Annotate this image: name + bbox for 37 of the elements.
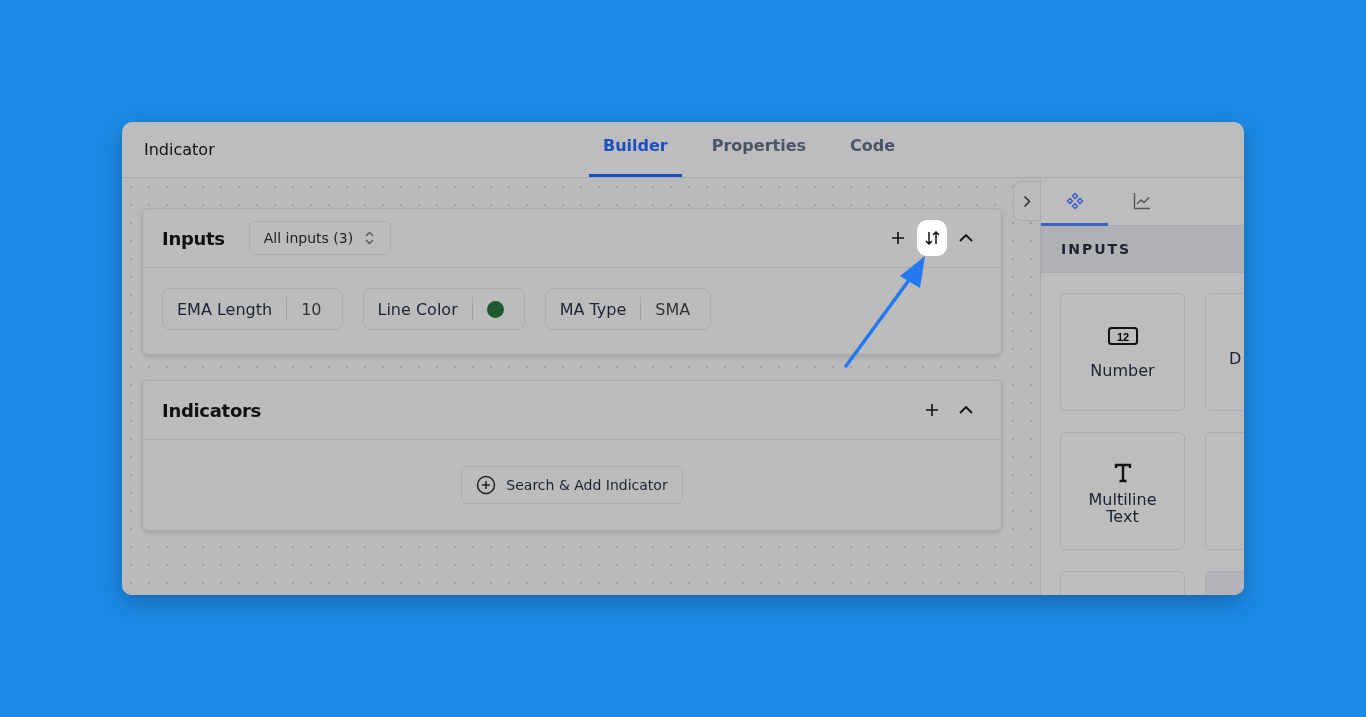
sort-button[interactable] <box>917 220 947 256</box>
card-label: D <box>1229 350 1242 367</box>
input-value: SMA <box>655 299 691 319</box>
component-card[interactable]: Multiline Text <box>1060 432 1185 550</box>
text-type-icon <box>1113 463 1132 483</box>
input-label: MA Type <box>559 299 627 319</box>
sort-icon <box>924 231 940 245</box>
section-title: Inputs <box>162 227 225 249</box>
color-swatch[interactable] <box>486 300 504 318</box>
tab[interactable]: Code <box>836 122 910 177</box>
section-title: Indicators <box>162 399 261 421</box>
card-label: Number <box>1090 361 1155 379</box>
expand-panel-button[interactable] <box>1013 181 1040 221</box>
card-label: Multiline Text <box>1087 491 1158 525</box>
diamonds-icon <box>1065 191 1084 210</box>
filter-dropdown[interactable]: All inputs (3) <box>248 221 392 255</box>
component-card[interactable]: 12 Number <box>1060 293 1185 411</box>
search-add-button[interactable]: Search & Add Indicator <box>461 466 683 504</box>
window-title: Indicator <box>144 140 216 159</box>
input-chip[interactable]: MA Type SMA <box>544 288 712 330</box>
input-label: Line Color <box>377 299 458 319</box>
plus-circle-icon <box>476 475 497 495</box>
tab[interactable]: Properties <box>697 122 821 177</box>
chevron-up-icon <box>959 233 973 243</box>
input-value: 10 <box>301 299 322 319</box>
chevron-up-icon <box>959 405 973 415</box>
panel-heading: INPUTS <box>1041 226 1244 273</box>
plus-icon <box>925 403 939 417</box>
input-chip[interactable]: EMA Length 10 <box>162 288 343 330</box>
input-label: EMA Length <box>177 299 273 319</box>
plus-icon <box>891 231 905 245</box>
updown-icon <box>365 231 375 245</box>
line-chart-icon <box>1132 191 1151 210</box>
input-chip[interactable]: Line Color <box>362 288 525 330</box>
chevron-right-icon <box>1023 194 1031 208</box>
component-card[interactable]: D <box>1205 293 1244 411</box>
number-icon: 12 <box>1107 325 1138 346</box>
